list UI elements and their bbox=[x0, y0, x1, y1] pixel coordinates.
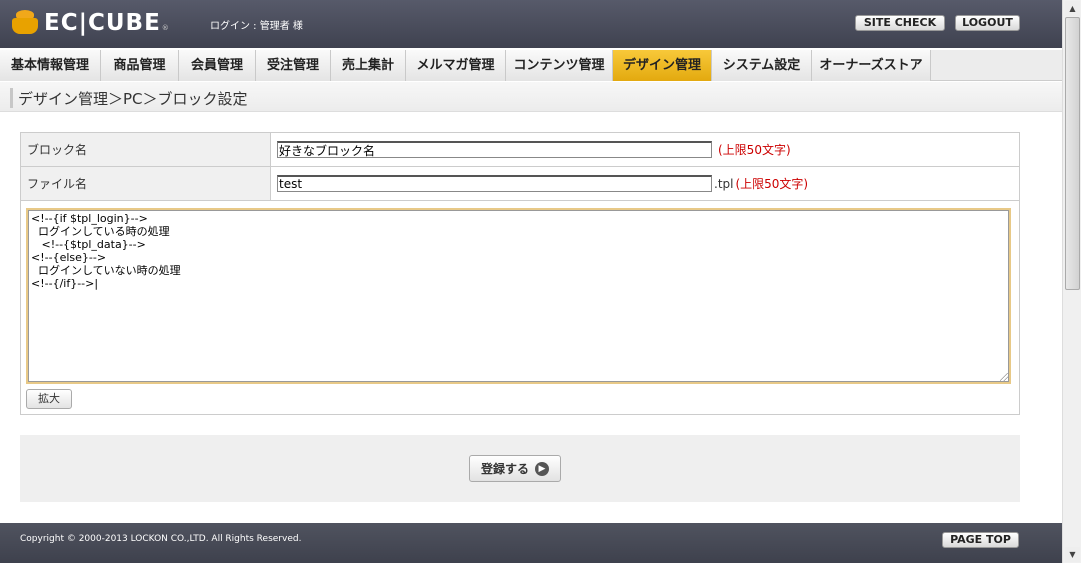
arrow-right-icon: ▶ bbox=[535, 461, 549, 476]
file-name-label: ファイル名 bbox=[21, 167, 271, 200]
submit-area: 登録する ▶ bbox=[20, 435, 1020, 502]
page-title: デザイン管理＞PC＞ブロック設定 bbox=[18, 90, 248, 108]
nav-item-mailmag[interactable]: メルマガ管理 bbox=[406, 50, 506, 81]
nav-item-design[interactable]: デザイン管理 bbox=[613, 50, 712, 81]
footer: Copyright © 2000-2013 LOCKON CO.,LTD. Al… bbox=[0, 523, 1062, 563]
nav-item-orders[interactable]: 受注管理 bbox=[256, 50, 331, 81]
file-extension: .tpl bbox=[714, 176, 734, 191]
expand-button[interactable]: 拡大 bbox=[26, 389, 72, 409]
nav-item-system[interactable]: システム設定 bbox=[712, 50, 812, 81]
nav-item-products[interactable]: 商品管理 bbox=[101, 50, 179, 81]
block-name-row: ブロック名 (上限50文字) bbox=[21, 133, 1019, 167]
logo-text: EC|CUBE bbox=[44, 10, 161, 36]
header: EC|CUBE ® ログイン : 管理者 様 SITE CHECK LOGOUT bbox=[0, 0, 1062, 48]
cube-logo-icon bbox=[12, 10, 38, 36]
file-name-input[interactable] bbox=[277, 175, 712, 192]
copyright: Copyright © 2000-2013 LOCKON CO.,LTD. Al… bbox=[20, 534, 302, 544]
login-info: ログイン : 管理者 様 bbox=[210, 21, 303, 32]
scroll-down-icon[interactable]: ▼ bbox=[1065, 547, 1080, 562]
nav-item-customers[interactable]: 会員管理 bbox=[179, 50, 256, 81]
block-form: ブロック名 (上限50文字) ファイル名 .tpl (上限50文字) <!--{… bbox=[20, 132, 1020, 415]
file-name-limit: (上限50文字) bbox=[735, 177, 809, 191]
nav-item-basic[interactable]: 基本情報管理 bbox=[0, 50, 101, 81]
logout-button[interactable]: LOGOUT bbox=[955, 15, 1020, 31]
block-name-label: ブロック名 bbox=[21, 133, 271, 166]
resize-handle-icon[interactable] bbox=[1000, 373, 1008, 381]
scroll-up-icon[interactable]: ▲ bbox=[1065, 1, 1080, 16]
code-editor-wrap: <!--{if $tpl_login}--> ログインしている時の処理 <!--… bbox=[26, 208, 1011, 384]
block-name-limit: (上限50文字) bbox=[718, 143, 791, 157]
main-nav: 基本情報管理 商品管理 会員管理 受注管理 売上集計 メルマガ管理 コンテンツ管… bbox=[0, 50, 1062, 81]
register-button[interactable]: 登録する ▶ bbox=[469, 455, 561, 482]
block-name-input[interactable] bbox=[277, 141, 712, 158]
nav-item-contents[interactable]: コンテンツ管理 bbox=[506, 50, 613, 81]
vertical-scrollbar[interactable]: ▲ ▼ bbox=[1062, 0, 1081, 563]
logo[interactable]: EC|CUBE ® bbox=[12, 10, 169, 36]
file-name-row: ファイル名 .tpl (上限50文字) bbox=[21, 167, 1019, 201]
nav-item-ownersstore[interactable]: オーナーズストア bbox=[812, 50, 931, 81]
nav-item-sales[interactable]: 売上集計 bbox=[331, 50, 406, 81]
page-title-bar: デザイン管理＞PC＞ブロック設定 bbox=[0, 82, 1062, 112]
register-button-label: 登録する bbox=[480, 462, 529, 476]
page-top-button[interactable]: PAGE TOP bbox=[942, 532, 1019, 548]
site-check-button[interactable]: SITE CHECK bbox=[855, 15, 945, 31]
logo-registered: ® bbox=[161, 24, 169, 32]
page: EC|CUBE ® ログイン : 管理者 様 SITE CHECK LOGOUT… bbox=[0, 0, 1062, 563]
template-code-textarea[interactable]: <!--{if $tpl_login}--> ログインしている時の処理 <!--… bbox=[28, 210, 1009, 382]
scroll-thumb[interactable] bbox=[1065, 17, 1080, 290]
title-accent bbox=[10, 88, 13, 108]
